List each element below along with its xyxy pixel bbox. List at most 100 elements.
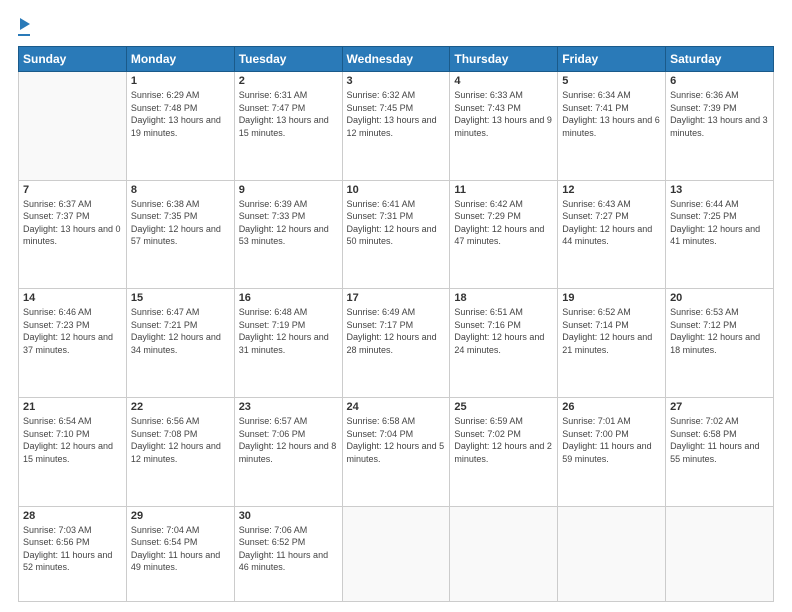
calendar-cell: 7 Sunrise: 6:37 AMSunset: 7:37 PMDaylight… <box>19 180 127 289</box>
day-info: Sunrise: 7:02 AMSunset: 6:58 PMDaylight:… <box>670 415 769 465</box>
day-number: 9 <box>239 184 338 196</box>
day-info: Sunrise: 6:36 AMSunset: 7:39 PMDaylight:… <box>670 89 769 139</box>
logo-arrow-icon <box>20 18 30 30</box>
day-number: 8 <box>131 184 230 196</box>
logo-underline <box>18 34 30 36</box>
day-number: 7 <box>23 184 122 196</box>
day-number: 16 <box>239 292 338 304</box>
weekday-header-wednesday: Wednesday <box>342 47 450 72</box>
day-info: Sunrise: 6:49 AMSunset: 7:17 PMDaylight:… <box>347 306 446 356</box>
calendar-cell: 23 Sunrise: 6:57 AMSunset: 7:06 PMDayligh… <box>234 397 342 506</box>
day-number: 28 <box>23 510 122 522</box>
calendar-cell: 6 Sunrise: 6:36 AMSunset: 7:39 PMDaylight… <box>666 72 774 181</box>
day-number: 10 <box>347 184 446 196</box>
calendar-cell: 12 Sunrise: 6:43 AMSunset: 7:27 PMDayligh… <box>558 180 666 289</box>
week-row-5: 28Sunrise: 7:03 AMSunset: 6:56 PMDayligh… <box>19 506 774 601</box>
day-number: 30 <box>239 510 338 522</box>
day-info: Sunrise: 6:33 AMSunset: 7:43 PMDaylight:… <box>454 89 553 139</box>
day-number: 12 <box>562 184 661 196</box>
calendar-cell: 3 Sunrise: 6:32 AMSunset: 7:45 PMDaylight… <box>342 72 450 181</box>
day-info: Sunrise: 7:06 AMSunset: 6:52 PMDaylight:… <box>239 524 338 574</box>
day-info: Sunrise: 6:37 AMSunset: 7:37 PMDaylight:… <box>23 198 122 248</box>
calendar-cell <box>342 506 450 601</box>
day-info: Sunrise: 6:42 AMSunset: 7:29 PMDaylight:… <box>454 198 553 248</box>
day-number: 20 <box>670 292 769 304</box>
day-number: 2 <box>239 75 338 87</box>
day-number: 5 <box>562 75 661 87</box>
day-number: 22 <box>131 401 230 413</box>
logo <box>18 18 30 36</box>
calendar-cell: 26Sunrise: 7:01 AMSunset: 7:00 PMDayligh… <box>558 397 666 506</box>
day-info: Sunrise: 6:34 AMSunset: 7:41 PMDaylight:… <box>562 89 661 139</box>
calendar-cell: 15 Sunrise: 6:47 AMSunset: 7:21 PMDayligh… <box>126 289 234 398</box>
day-info: Sunrise: 6:44 AMSunset: 7:25 PMDaylight:… <box>670 198 769 248</box>
calendar-cell <box>666 506 774 601</box>
day-number: 6 <box>670 75 769 87</box>
calendar-cell: 17 Sunrise: 6:49 AMSunset: 7:17 PMDayligh… <box>342 289 450 398</box>
calendar-cell: 4 Sunrise: 6:33 AMSunset: 7:43 PMDaylight… <box>450 72 558 181</box>
day-number: 15 <box>131 292 230 304</box>
calendar-cell: 2Sunrise: 6:31 AMSunset: 7:47 PMDaylight… <box>234 72 342 181</box>
calendar-cell: 28Sunrise: 7:03 AMSunset: 6:56 PMDayligh… <box>19 506 127 601</box>
day-number: 19 <box>562 292 661 304</box>
weekday-header-monday: Monday <box>126 47 234 72</box>
day-info: Sunrise: 6:54 AMSunset: 7:10 PMDaylight:… <box>23 415 122 465</box>
day-info: Sunrise: 6:59 AMSunset: 7:02 PMDaylight:… <box>454 415 553 465</box>
calendar-cell: 16Sunrise: 6:48 AMSunset: 7:19 PMDayligh… <box>234 289 342 398</box>
day-info: Sunrise: 6:32 AMSunset: 7:45 PMDaylight:… <box>347 89 446 139</box>
day-number: 21 <box>23 401 122 413</box>
calendar-cell: 25 Sunrise: 6:59 AMSunset: 7:02 PMDayligh… <box>450 397 558 506</box>
day-info: Sunrise: 6:43 AMSunset: 7:27 PMDaylight:… <box>562 198 661 248</box>
weekday-header-sunday: Sunday <box>19 47 127 72</box>
page: SundayMondayTuesdayWednesdayThursdayFrid… <box>0 0 792 612</box>
weekday-header-thursday: Thursday <box>450 47 558 72</box>
day-info: Sunrise: 6:52 AMSunset: 7:14 PMDaylight:… <box>562 306 661 356</box>
calendar-cell: 20Sunrise: 6:53 AMSunset: 7:12 PMDayligh… <box>666 289 774 398</box>
day-info: Sunrise: 6:57 AMSunset: 7:06 PMDaylight:… <box>239 415 338 465</box>
calendar-cell: 1 Sunrise: 6:29 AMSunset: 7:48 PMDaylight… <box>126 72 234 181</box>
calendar-table: SundayMondayTuesdayWednesdayThursdayFrid… <box>18 46 774 602</box>
day-number: 23 <box>239 401 338 413</box>
calendar-cell: 18 Sunrise: 6:51 AMSunset: 7:16 PMDayligh… <box>450 289 558 398</box>
calendar-cell <box>19 72 127 181</box>
week-row-2: 7 Sunrise: 6:37 AMSunset: 7:37 PMDaylight… <box>19 180 774 289</box>
day-info: Sunrise: 6:58 AMSunset: 7:04 PMDaylight:… <box>347 415 446 465</box>
calendar-cell: 11Sunrise: 6:42 AMSunset: 7:29 PMDayligh… <box>450 180 558 289</box>
day-number: 3 <box>347 75 446 87</box>
calendar-cell: 27 Sunrise: 7:02 AMSunset: 6:58 PMDayligh… <box>666 397 774 506</box>
weekday-header-tuesday: Tuesday <box>234 47 342 72</box>
header <box>18 18 774 36</box>
weekday-header-row: SundayMondayTuesdayWednesdayThursdayFrid… <box>19 47 774 72</box>
day-info: Sunrise: 6:56 AMSunset: 7:08 PMDaylight:… <box>131 415 230 465</box>
calendar-cell <box>558 506 666 601</box>
day-number: 17 <box>347 292 446 304</box>
calendar-cell: 29Sunrise: 7:04 AMSunset: 6:54 PMDayligh… <box>126 506 234 601</box>
day-number: 27 <box>670 401 769 413</box>
calendar-cell <box>450 506 558 601</box>
day-number: 24 <box>347 401 446 413</box>
calendar-cell: 5 Sunrise: 6:34 AMSunset: 7:41 PMDaylight… <box>558 72 666 181</box>
calendar-cell: 9 Sunrise: 6:39 AMSunset: 7:33 PMDaylight… <box>234 180 342 289</box>
day-number: 14 <box>23 292 122 304</box>
day-number: 1 <box>131 75 230 87</box>
calendar-cell: 14Sunrise: 6:46 AMSunset: 7:23 PMDayligh… <box>19 289 127 398</box>
week-row-4: 21 Sunrise: 6:54 AMSunset: 7:10 PMDayligh… <box>19 397 774 506</box>
calendar-cell: 22 Sunrise: 6:56 AMSunset: 7:08 PMDayligh… <box>126 397 234 506</box>
day-info: Sunrise: 6:41 AMSunset: 7:31 PMDaylight:… <box>347 198 446 248</box>
calendar-cell: 24 Sunrise: 6:58 AMSunset: 7:04 PMDayligh… <box>342 397 450 506</box>
day-info: Sunrise: 6:38 AMSunset: 7:35 PMDaylight:… <box>131 198 230 248</box>
calendar-cell: 30 Sunrise: 7:06 AMSunset: 6:52 PMDayligh… <box>234 506 342 601</box>
calendar-cell: 21 Sunrise: 6:54 AMSunset: 7:10 PMDayligh… <box>19 397 127 506</box>
day-info: Sunrise: 6:29 AMSunset: 7:48 PMDaylight:… <box>131 89 230 139</box>
week-row-1: 1 Sunrise: 6:29 AMSunset: 7:48 PMDaylight… <box>19 72 774 181</box>
calendar-cell: 19 Sunrise: 6:52 AMSunset: 7:14 PMDayligh… <box>558 289 666 398</box>
day-info: Sunrise: 6:51 AMSunset: 7:16 PMDaylight:… <box>454 306 553 356</box>
day-info: Sunrise: 6:47 AMSunset: 7:21 PMDaylight:… <box>131 306 230 356</box>
day-number: 25 <box>454 401 553 413</box>
day-info: Sunrise: 6:39 AMSunset: 7:33 PMDaylight:… <box>239 198 338 248</box>
day-number: 18 <box>454 292 553 304</box>
calendar-cell: 10 Sunrise: 6:41 AMSunset: 7:31 PMDayligh… <box>342 180 450 289</box>
day-number: 13 <box>670 184 769 196</box>
weekday-header-saturday: Saturday <box>666 47 774 72</box>
day-number: 4 <box>454 75 553 87</box>
